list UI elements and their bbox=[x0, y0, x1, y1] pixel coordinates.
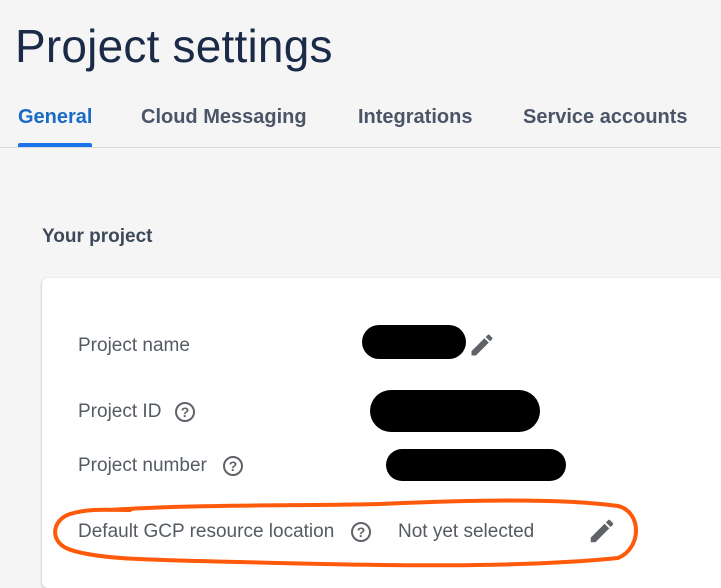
tab-cloud-messaging[interactable]: Cloud Messaging bbox=[141, 106, 307, 129]
tab-service-accounts[interactable]: Service accounts bbox=[523, 106, 688, 129]
project-name-redacted-value bbox=[362, 325, 466, 359]
active-tab-indicator bbox=[18, 143, 92, 147]
project-id-help-icon[interactable]: ? bbox=[175, 402, 195, 422]
project-name-label: Project name bbox=[78, 335, 190, 356]
edit-gcp-location-pencil-icon[interactable] bbox=[587, 516, 617, 546]
gcp-location-label: Default GCP resource location bbox=[78, 521, 335, 542]
gcp-location-help-icon[interactable]: ? bbox=[351, 522, 371, 542]
edit-project-name-pencil-icon[interactable] bbox=[468, 331, 496, 359]
page-title: Project settings bbox=[15, 20, 333, 72]
tab-integrations[interactable]: Integrations bbox=[358, 106, 472, 129]
project-number-redacted-value bbox=[386, 449, 566, 481]
project-number-help-icon[interactable]: ? bbox=[223, 456, 243, 476]
tab-bar: General Cloud Messaging Integrations Ser… bbox=[0, 96, 721, 148]
section-heading-your-project: Your project bbox=[42, 226, 153, 247]
project-number-label: Project number bbox=[78, 455, 207, 476]
gcp-location-value: Not yet selected bbox=[398, 521, 535, 542]
project-id-label: Project ID bbox=[78, 401, 162, 422]
project-id-redacted-value bbox=[370, 390, 540, 432]
tab-general[interactable]: General bbox=[18, 106, 92, 129]
